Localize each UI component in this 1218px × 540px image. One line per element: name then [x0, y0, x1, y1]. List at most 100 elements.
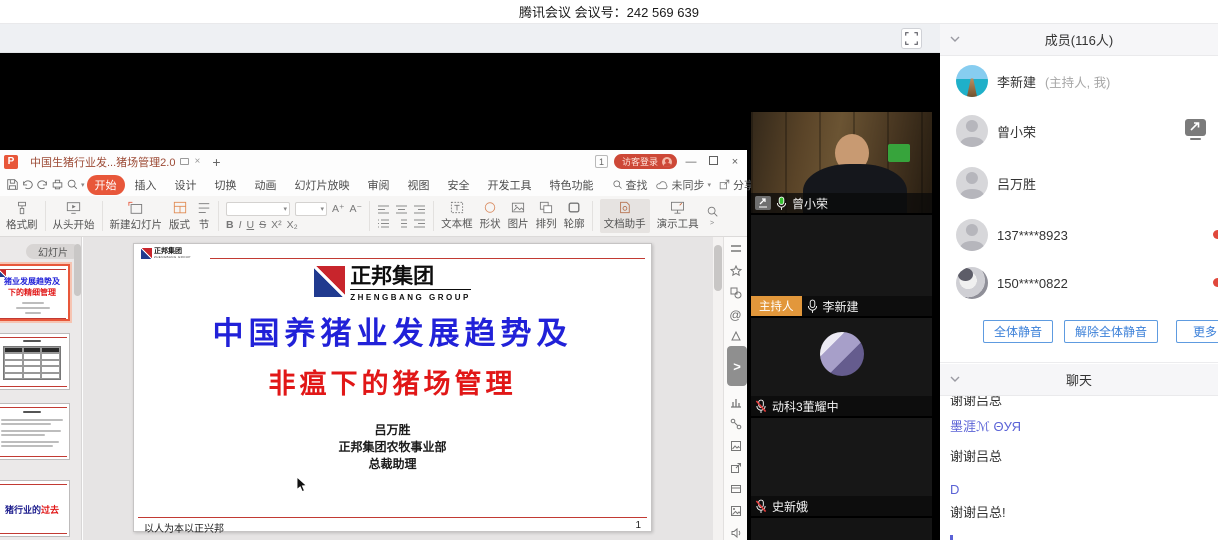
effects-star-icon[interactable]: [729, 264, 743, 278]
line-spacing-icon[interactable]: [395, 218, 408, 229]
section-button[interactable]: 节: [197, 201, 211, 232]
ribbon-tab-slideshow[interactable]: 幻灯片放映: [287, 175, 358, 195]
export-panel-icon[interactable]: [729, 461, 743, 475]
video-tile-zengxiaorong[interactable]: 曾小荣: [751, 112, 932, 213]
ribbon-tab-view[interactable]: 视图: [400, 175, 438, 195]
ribbon-tab-design[interactable]: 设计: [167, 175, 205, 195]
box-panel-icon[interactable]: [729, 482, 743, 496]
more-button[interactable]: 更多: [1176, 320, 1218, 343]
ribbon-tab-devtools[interactable]: 开发工具: [480, 175, 540, 195]
redo-icon[interactable]: [36, 177, 49, 192]
picture-panel-icon[interactable]: [729, 504, 743, 518]
document-tab[interactable]: 中国生猪行业发...猪场管理2.0 ×: [24, 150, 206, 173]
print-preview-icon[interactable]: [66, 177, 79, 192]
slide-thumbnail-3[interactable]: [0, 403, 70, 460]
ribbon-tab-transition[interactable]: 切换: [207, 175, 245, 195]
maximize-icon: [709, 156, 718, 165]
member-row[interactable]: 曾小荣: [940, 106, 1218, 156]
chevron-down-icon[interactable]: [950, 36, 960, 42]
notification-badge[interactable]: 1: [595, 155, 608, 168]
insert-picture-button[interactable]: 图片: [508, 201, 529, 231]
video-tile-shixine[interactable]: 史新娥: [751, 418, 932, 516]
tab-close-icon[interactable]: ×: [194, 157, 200, 167]
align-center-icon[interactable]: [395, 204, 408, 215]
maximize-button[interactable]: [705, 156, 721, 168]
slides-panel-tab[interactable]: 幻灯片: [26, 244, 80, 259]
ribbon-tab-security[interactable]: 安全: [440, 175, 478, 195]
slide-thumbnail-1[interactable]: 猪业发展趋势及 下的精细管理: [0, 264, 70, 321]
superscript-button[interactable]: X²: [271, 219, 282, 231]
bullet-list-icon[interactable]: [377, 218, 390, 229]
slides-panel-scrollbar[interactable]: [74, 241, 81, 536]
current-slide[interactable]: 正邦集团 ZHENGBANG GROUP 正邦集团 ZHENGBANG GROU…: [133, 243, 652, 532]
member-row[interactable]: 150****0822: [940, 258, 1218, 308]
underline-button[interactable]: U: [247, 219, 255, 231]
audio-panel-icon[interactable]: [729, 526, 743, 540]
chat-message-list[interactable]: 谢谢吕总 墨涯ℳ ΘУЯ 谢谢吕总 D 谢谢吕总!: [940, 396, 1218, 540]
share-button[interactable]: 分享: [719, 177, 755, 193]
slide-thumbnail-2[interactable]: [0, 333, 70, 390]
ribbon-tab-home[interactable]: 开始: [87, 175, 125, 195]
doc-assistant-button[interactable]: 文档助手: [600, 199, 650, 233]
properties-icon[interactable]: [729, 242, 743, 256]
chevron-down-icon[interactable]: [950, 376, 960, 382]
logo-company-sub: ZHENGBANG GROUP: [350, 293, 471, 302]
outline-button[interactable]: 轮廓: [564, 201, 585, 231]
find-button[interactable]: 查找: [612, 177, 648, 193]
video-tile-dongyaozhong[interactable]: 动科3董耀中: [751, 318, 932, 416]
slide-layout-button[interactable]: 版式: [169, 201, 190, 232]
video-panel-expander[interactable]: >: [727, 346, 747, 386]
design-palette-icon[interactable]: [729, 330, 743, 344]
ribbon-tab-features[interactable]: 特色功能: [542, 175, 602, 195]
font-name-select[interactable]: ▾: [226, 202, 290, 216]
fullscreen-button[interactable]: [901, 28, 922, 49]
save-icon[interactable]: [6, 177, 19, 192]
new-tab-button[interactable]: +: [212, 155, 220, 169]
indent-icon[interactable]: [413, 218, 426, 229]
guest-login-button[interactable]: 访客登录: [614, 154, 677, 169]
unmute-all-button[interactable]: 解除全体静音: [1064, 320, 1158, 343]
quickbar-caret-icon[interactable]: ▾: [81, 181, 85, 189]
print-icon[interactable]: [51, 177, 64, 192]
align-left-icon[interactable]: [377, 204, 390, 215]
shapes-button[interactable]: 形状: [480, 201, 501, 231]
member-row[interactable]: 137****8923: [940, 210, 1218, 260]
tab-float-icon[interactable]: [180, 158, 189, 165]
align-right-icon[interactable]: [413, 204, 426, 215]
cloud-sync-button[interactable]: 未同步▾: [656, 177, 712, 193]
undo-icon[interactable]: [21, 177, 34, 192]
slide-corner-logo: 正邦集团 ZHENGBANG GROUP: [141, 248, 191, 259]
ribbon-tab-insert[interactable]: 插入: [127, 175, 165, 195]
member-row[interactable]: 李新建 (主持人, 我): [940, 56, 1218, 106]
slide-thumbnail-4[interactable]: 猪行业的过去: [0, 480, 70, 537]
image-doc-panel-icon[interactable]: [729, 439, 743, 453]
shapes-panel-icon[interactable]: [729, 286, 743, 300]
play-from-start-button[interactable]: 从头开始: [53, 201, 95, 232]
chevron-right-icon: >: [733, 359, 741, 374]
canvas-scrollbar[interactable]: [713, 237, 723, 540]
present-tools-button[interactable]: 演示工具: [657, 201, 699, 231]
bold-button[interactable]: B: [226, 219, 234, 231]
format-painter-button[interactable]: 格式刷: [6, 201, 38, 232]
member-row[interactable]: 吕万胜: [940, 158, 1218, 208]
video-tile-lixinjian[interactable]: 主持人 李新建: [751, 215, 932, 316]
toolbar-search-button[interactable]: >: [706, 205, 719, 227]
increase-font-button[interactable]: A⁺: [332, 203, 345, 215]
subscript-button[interactable]: X₂: [287, 219, 298, 231]
font-size-select[interactable]: ▾: [295, 202, 327, 216]
italic-button[interactable]: I: [239, 219, 242, 231]
ribbon-tab-review[interactable]: 审阅: [360, 175, 398, 195]
ribbon-tab-animation[interactable]: 动画: [247, 175, 285, 195]
chart-panel-icon[interactable]: [729, 395, 743, 409]
decrease-font-button[interactable]: A⁻: [350, 203, 363, 215]
flowchart-panel-icon[interactable]: [729, 417, 743, 431]
mention-icon[interactable]: @: [729, 308, 743, 322]
new-slide-button[interactable]: 新建幻灯片: [110, 201, 163, 232]
strikethrough-button[interactable]: S: [259, 219, 266, 231]
textbox-button[interactable]: 文本框: [441, 201, 473, 231]
close-button[interactable]: ×: [727, 156, 743, 168]
arrange-button[interactable]: 排列: [536, 201, 557, 231]
author-name: 吕万胜: [134, 422, 651, 439]
mute-all-button[interactable]: 全体静音: [983, 320, 1053, 343]
minimize-button[interactable]: —: [683, 156, 699, 168]
